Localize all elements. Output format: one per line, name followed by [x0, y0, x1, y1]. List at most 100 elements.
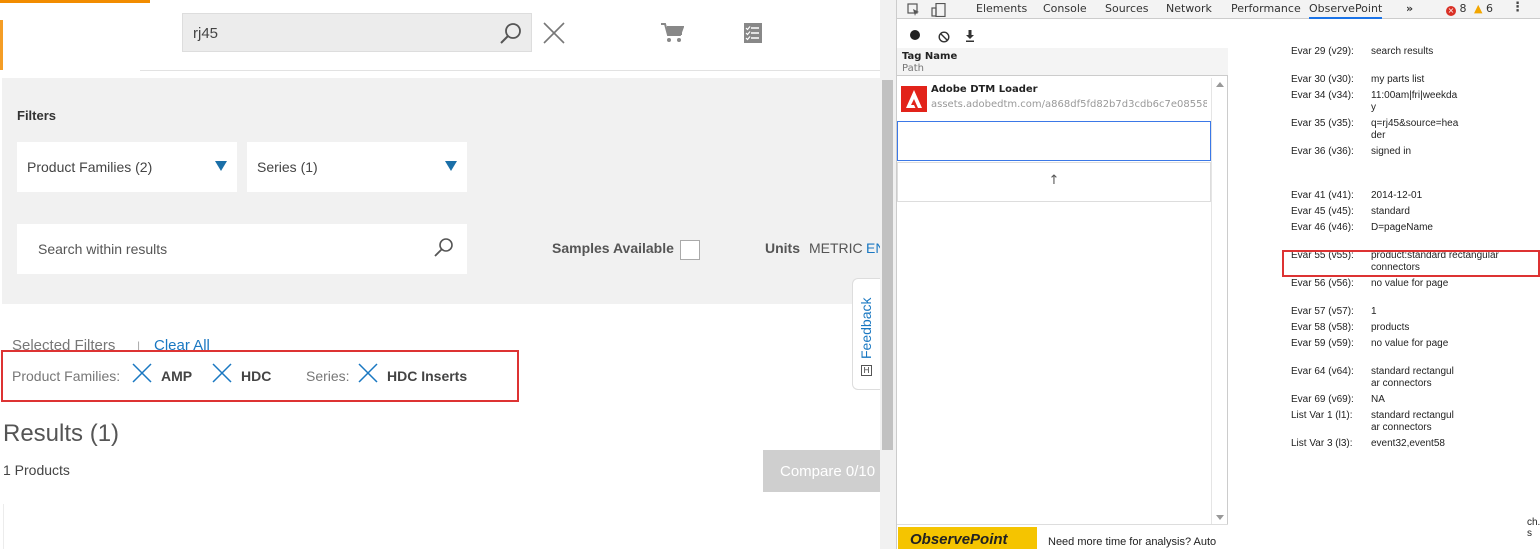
- warning-count[interactable]: ▲ 6: [1474, 2, 1493, 15]
- page-scrollbar[interactable]: [880, 0, 896, 549]
- tab-observepoint[interactable]: ObservePoint: [1309, 2, 1383, 19]
- tab-network[interactable]: Network: [1166, 2, 1212, 15]
- page-scrollbar-thumb[interactable]: [882, 80, 893, 450]
- product-families-dropdown[interactable]: Product Families (2): [17, 142, 237, 192]
- variable-value: 1: [1371, 306, 1377, 317]
- tab-sources[interactable]: Sources: [1105, 2, 1149, 15]
- remove-chip-icon[interactable]: [358, 363, 378, 388]
- tab-performance[interactable]: Performance: [1231, 2, 1301, 15]
- warning-count-value: 6: [1485, 2, 1493, 15]
- website-viewport: rj45 Filters Product Families (2) Series…: [0, 0, 880, 549]
- variable-key: Evar 29 (v29):: [1291, 46, 1354, 57]
- col-tag-name: Tag Name: [902, 51, 958, 62]
- close-icon[interactable]: [542, 21, 566, 50]
- tag-row-selected[interactable]: [897, 121, 1211, 161]
- devtools-menu-icon[interactable]: ⋮: [1511, 0, 1524, 15]
- variable-value: 2014-12-01: [1371, 190, 1423, 201]
- tag-table-header: Tag Name Path: [897, 48, 1228, 76]
- variable-value: signed in: [1371, 146, 1412, 157]
- error-count[interactable]: × 8: [1446, 2, 1467, 16]
- observepoint-toolbar: [897, 20, 1540, 46]
- chip-hdc: HDC: [241, 368, 272, 384]
- results-title: Results (1): [3, 420, 120, 447]
- devtools-tabbar: Elements Console Sources Network Perform…: [897, 0, 1540, 19]
- record-icon[interactable]: [910, 30, 920, 40]
- variable-key: Evar 64 (v64):: [1291, 366, 1354, 377]
- unit-metric-option[interactable]: METRIC: [809, 240, 863, 256]
- tag-list-scrollbar[interactable]: [1211, 78, 1227, 524]
- more-tabs-icon[interactable]: »: [1406, 2, 1413, 15]
- compare-button[interactable]: Compare 0/10: [763, 450, 880, 492]
- tab-console[interactable]: Console: [1043, 2, 1087, 15]
- scroll-up-arrow-icon[interactable]: ↑: [897, 162, 1211, 202]
- samples-available-label: Samples Available: [552, 240, 674, 256]
- chip-hdc-inserts: HDC Inserts: [387, 368, 468, 384]
- scroll-down-icon[interactable]: [1216, 515, 1224, 520]
- parts-list-icon[interactable]: [743, 22, 763, 49]
- edge-text: ch. s: [1527, 517, 1540, 539]
- variable-value: q=rj45&source=header: [1371, 118, 1459, 141]
- variable-key: Evar 58 (v58):: [1291, 322, 1354, 333]
- dropdown-arrow-icon: [215, 161, 227, 171]
- logo-edge: [0, 20, 3, 70]
- variable-value: 11:00am|fri|weekday: [1371, 90, 1458, 113]
- tag-path: assets.adobedtm.com/a868df5fd82b7d3cdb6c…: [931, 99, 1207, 110]
- feedback-icon: H: [861, 365, 872, 376]
- series-label: Series (1): [257, 159, 318, 175]
- observepoint-logo-text: ObservePoint: [910, 531, 1008, 548]
- inspect-element-icon[interactable]: [907, 2, 921, 21]
- feedback-label: Feedback: [858, 297, 874, 359]
- variable-value: D=pageName: [1371, 222, 1433, 233]
- variable-value: products: [1371, 322, 1410, 333]
- variables-panel: Evar 29 (v29): search results Evar 30 (v30…: [1229, 46, 1540, 549]
- remove-chip-icon[interactable]: [212, 363, 232, 388]
- variable-key: List Var 3 (l3):: [1291, 438, 1353, 449]
- tag-row[interactable]: Adobe DTM Loader assets.adobedtm.com/a86…: [897, 78, 1211, 120]
- variable-value: standard rectangular connectors: [1371, 366, 1454, 389]
- search-icon[interactable]: [499, 22, 523, 51]
- variable-key: Evar 46 (v46):: [1291, 222, 1354, 233]
- tag-list-panel: Tag Name Path Adobe DTM Loader assets.ad…: [897, 48, 1228, 524]
- error-count-value: 8: [1459, 2, 1467, 15]
- filters-title: Filters: [17, 108, 57, 123]
- variable-key: Evar 30 (v30):: [1291, 74, 1354, 85]
- cart-icon[interactable]: [660, 22, 685, 49]
- search-value: rj45: [193, 25, 219, 42]
- unit-english-option[interactable]: EN: [866, 240, 880, 256]
- observepoint-logo: ObservePoint: [898, 527, 1037, 549]
- col-path: Path: [902, 63, 924, 74]
- variable-key: Evar 41 (v41):: [1291, 190, 1354, 201]
- search-icon[interactable]: [433, 237, 455, 264]
- variable-key: Evar 56 (v56):: [1291, 278, 1354, 289]
- variable-value: my parts list: [1371, 74, 1425, 85]
- device-toolbar-icon[interactable]: [931, 2, 947, 21]
- variable-key: List Var 1 (l1):: [1291, 410, 1353, 421]
- samples-available-checkbox[interactable]: [680, 240, 700, 260]
- remove-chip-icon[interactable]: [132, 363, 152, 388]
- units-label: Units: [765, 240, 800, 256]
- tab-elements[interactable]: Elements: [976, 2, 1027, 15]
- banner-message[interactable]: Need more time for analysis? Auto: [1048, 536, 1216, 548]
- product-families-label: Product Families (2): [27, 159, 153, 175]
- site-search-input[interactable]: rj45: [182, 13, 532, 52]
- variable-key: Evar 36 (v36):: [1291, 146, 1354, 157]
- scroll-up-icon[interactable]: [1216, 82, 1224, 87]
- adobe-logo-icon: [901, 86, 927, 112]
- feedback-tab[interactable]: Feedback H: [852, 278, 880, 390]
- variable-value: event32,event58: [1371, 438, 1445, 449]
- variable-value: search results: [1371, 46, 1434, 57]
- variable-key: Evar 45 (v45):: [1291, 206, 1354, 217]
- variable-value: standard: [1371, 206, 1410, 217]
- download-icon[interactable]: [965, 27, 975, 46]
- variable-value: no value for page: [1371, 338, 1449, 349]
- clear-icon[interactable]: [938, 28, 950, 47]
- search-within-placeholder: Search within results: [38, 241, 168, 257]
- search-within-input[interactable]: Search within results: [17, 224, 467, 274]
- variable-value: standard rectangular connectors: [1371, 410, 1454, 433]
- dropdown-arrow-icon: [445, 161, 457, 171]
- variable-key: Evar 57 (v57):: [1291, 306, 1354, 317]
- variable-key: Evar 35 (v35):: [1291, 118, 1354, 129]
- results-divider: [3, 504, 4, 549]
- series-dropdown[interactable]: Series (1): [247, 142, 467, 192]
- chip-amp: AMP: [161, 368, 193, 384]
